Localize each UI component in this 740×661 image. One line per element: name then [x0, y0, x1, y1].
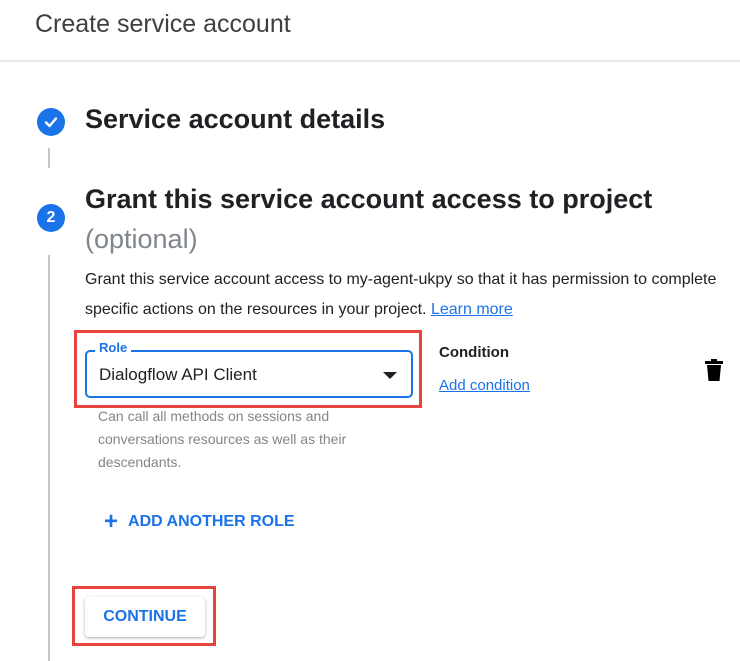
- step-connector: [48, 255, 50, 661]
- create-service-account-page: Create service account Service account d…: [0, 0, 740, 661]
- add-condition-link[interactable]: Add condition: [439, 377, 530, 394]
- step-2-number-badge: 2: [37, 204, 65, 232]
- continue-button[interactable]: CONTINUE: [85, 597, 205, 637]
- step-2-title: Grant this service account access to pro…: [85, 184, 653, 214]
- step-2-subtitle: (optional): [85, 224, 198, 254]
- role-help-text: Can call all methods on sessions and con…: [98, 408, 347, 470]
- grant-description: Grant this service account access to my-…: [85, 265, 730, 325]
- header-divider: [0, 60, 740, 62]
- check-icon-glyph: [44, 117, 58, 128]
- learn-more-link[interactable]: Learn more: [431, 301, 513, 318]
- condition-label: Condition: [439, 344, 509, 361]
- add-another-role-button[interactable]: + ADD ANOTHER ROLE: [104, 510, 295, 534]
- role-label: Role: [95, 340, 132, 355]
- step-connector: [48, 148, 50, 168]
- check-icon: [37, 108, 65, 136]
- caret-down-icon[interactable]: [383, 372, 397, 379]
- plus-icon: +: [104, 508, 119, 535]
- grant-description-text: Grant this service account access to my-…: [85, 271, 717, 318]
- role-value[interactable]: Dialogflow API Client: [99, 365, 257, 385]
- page-title: Create service account: [35, 10, 291, 38]
- step-1-title[interactable]: Service account details: [85, 104, 385, 135]
- add-another-role-label: ADD ANOTHER ROLE: [128, 513, 295, 530]
- trash-icon[interactable]: [705, 359, 723, 381]
